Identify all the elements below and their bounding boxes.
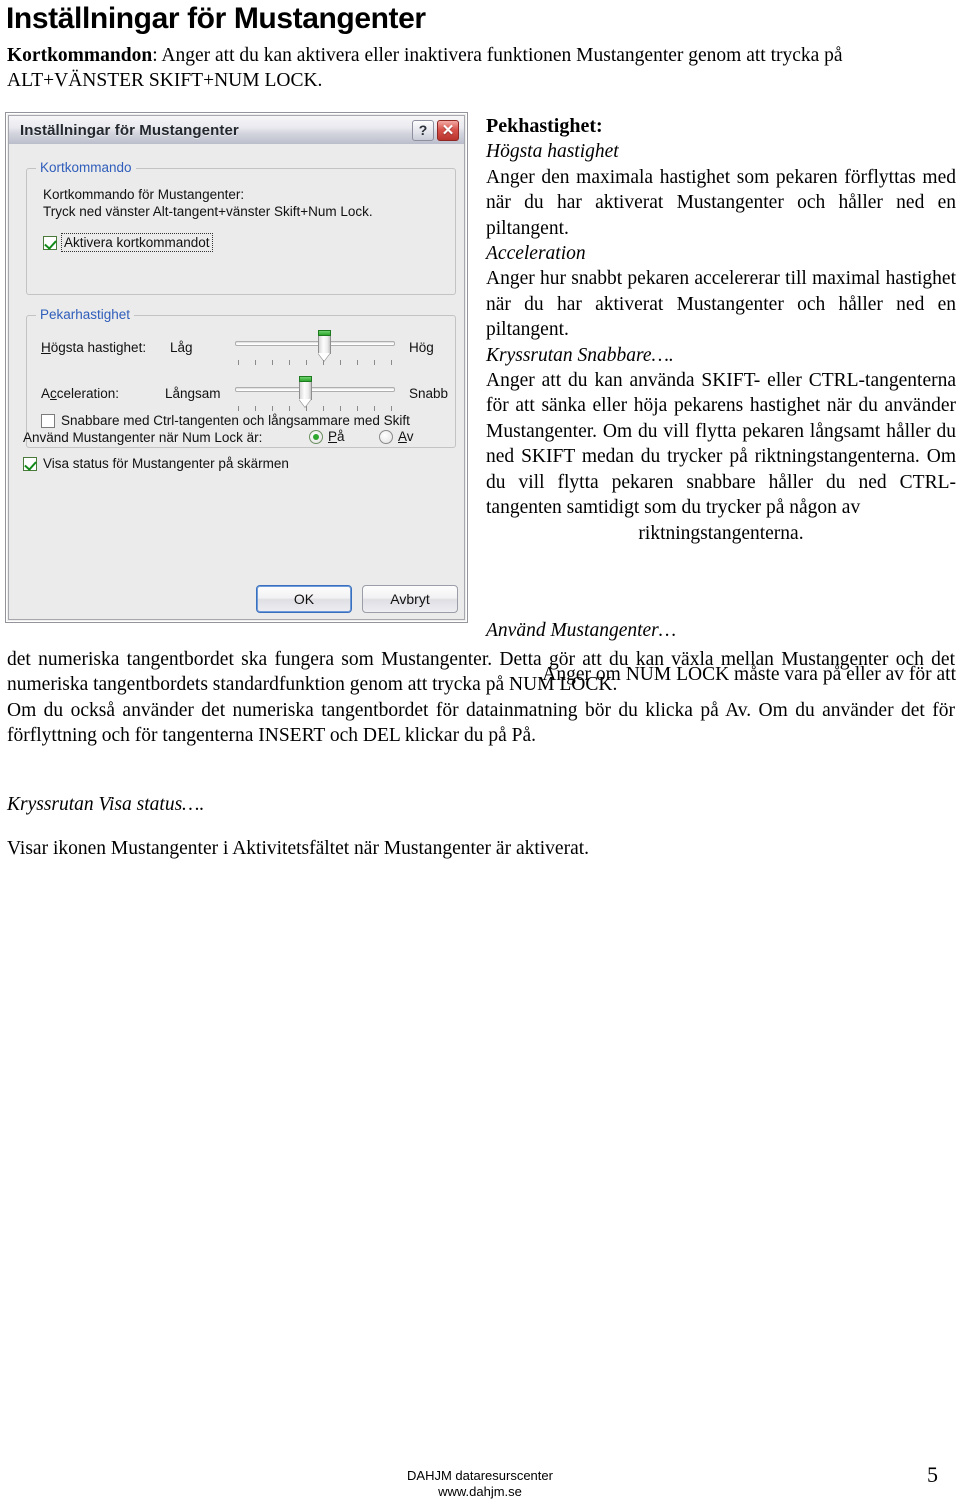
show-status-checkbox-row[interactable]: Visa status för Mustangenter på skärmen (23, 456, 289, 471)
right-column-text: Pekhastighet: Högsta hastighet Anger den… (486, 114, 956, 546)
kryssrutan-snabbare-lastline: riktningstangenterna. (638, 522, 804, 544)
pekhastighet-heading: Pekhastighet: (486, 115, 603, 137)
document-page: Inställningar för Mustangenter Kortkomma… (0, 0, 960, 1512)
close-glyph: ✕ (441, 121, 455, 139)
visa-status-body: Visar ikonen Mustangenter i Aktivitetsfä… (7, 838, 590, 860)
hogsta-hastighet-heading: Högsta hastighet (486, 141, 619, 163)
ctrl-shift-checkbox-row[interactable]: Snabbare med Ctrl-tangenten och långsamm… (41, 413, 410, 428)
numlock-label: Använd Mustangenter när Num Lock är: (23, 430, 263, 445)
enable-shortcut-checkbox-row[interactable]: Aktivera kortkommandot (43, 233, 213, 252)
numlock-radio-off[interactable]: Av (379, 429, 414, 444)
max-speed-slider-track[interactable] (235, 341, 395, 346)
enable-shortcut-label: Aktivera kortkommandot (61, 233, 213, 252)
kryssrutan-snabbare-heading: Kryssrutan Snabbare…. (486, 344, 674, 366)
group-shortcut-legend: Kortkommando (36, 160, 136, 175)
group-shortcut: Kortkommando Kortkommando för Mustangent… (26, 160, 456, 295)
close-icon[interactable]: ✕ (437, 119, 459, 141)
checkbox-icon[interactable] (41, 413, 55, 428)
checkbox-icon[interactable] (43, 235, 57, 250)
acceleration-slider-track[interactable] (235, 387, 395, 392)
mouse-keys-settings-dialog: Inställningar för Mustangenter ? ✕ Kortk… (5, 112, 468, 623)
footer-url: www.dahjm.se (438, 1484, 522, 1499)
acceleration-label: Acceleration: (41, 386, 120, 401)
intro-label: Kortkommandon (7, 45, 153, 66)
acceleration-heading: Acceleration (486, 243, 586, 265)
acceleration-label-rest: celeration: (56, 386, 120, 401)
wide-text-block: det numeriska tangentbordet ska fungera … (7, 647, 955, 749)
max-speed-max-label: Hög (409, 340, 434, 355)
hogsta-hastighet-body: Anger den maximala hastighet som pekaren… (486, 166, 956, 239)
acceleration-slider-ticks (238, 406, 392, 411)
checkbox-icon[interactable] (23, 456, 37, 471)
dialog-title: Inställningar för Mustangenter (20, 121, 239, 139)
visa-status-heading: Kryssrutan Visa status…. (7, 793, 205, 815)
max-speed-slider-thumb[interactable] (318, 330, 333, 362)
wide-paragraph-2: Om du också använder det numeriska tange… (7, 699, 955, 747)
cancel-button[interactable]: Avbryt (362, 585, 458, 613)
page-title: Inställningar för Mustangenter (6, 2, 426, 35)
max-speed-label-rest: ögsta hastighet: (50, 340, 147, 355)
ok-button[interactable]: OK (256, 585, 352, 613)
page-number: 5 (927, 1462, 938, 1487)
ctrl-shift-label: Snabbare med Ctrl-tangenten och långsamm… (61, 413, 410, 428)
acceleration-slider-thumb[interactable] (299, 376, 314, 408)
footer-org: DAHJM dataresurscenter (407, 1468, 553, 1483)
show-status-label: Visa status för Mustangenter på skärmen (43, 456, 289, 471)
radio-icon[interactable] (309, 429, 323, 444)
max-speed-min-label: Låg (170, 340, 193, 355)
group-pointer-speed-legend: Pekarhastighet (36, 307, 135, 322)
max-speed-slider-ticks (238, 360, 392, 365)
kryssrutan-snabbare-body: Anger att du kan använda SKIFT- eller CT… (486, 370, 956, 519)
help-icon[interactable]: ? (412, 119, 434, 141)
radio-icon[interactable] (379, 429, 393, 444)
intro-paragraph: Kortkommandon: Anger att du kan aktivera… (7, 43, 953, 93)
titlebar-buttons: ? ✕ (412, 119, 464, 141)
numlock-radio-on[interactable]: På (309, 429, 345, 444)
max-speed-label: Högsta hastighet: (41, 340, 147, 355)
numlock-off-label: Av (398, 429, 414, 444)
acceleration-min-label: Långsam (165, 386, 221, 401)
shortcut-line-2: Tryck ned vänster Alt-tangent+vänster Sk… (43, 204, 373, 219)
dialog-titlebar[interactable]: Inställningar för Mustangenter ? ✕ (9, 116, 464, 145)
footer: DAHJM dataresurscenter www.dahjm.se (0, 1468, 960, 1500)
acceleration-max-label: Snabb (409, 386, 449, 401)
numlock-on-label: På (328, 429, 345, 444)
dialog-inner-frame: Inställningar för Mustangenter ? ✕ Kortk… (8, 115, 465, 620)
kryssrutan-visa-status-block: Kryssrutan Visa status…. Visar ikonen Mu… (7, 772, 707, 881)
acceleration-body: Anger hur snabbt pekaren accelererar til… (486, 268, 956, 341)
dialog-body: Kortkommando Kortkommando för Mustangent… (9, 144, 464, 619)
anvand-heading: Använd Mustangenter… (486, 619, 677, 641)
shortcut-line-1: Kortkommando för Mustangenter: (43, 187, 245, 202)
wide-paragraph-1: det numeriska tangentbordet ska fungera … (7, 649, 955, 696)
